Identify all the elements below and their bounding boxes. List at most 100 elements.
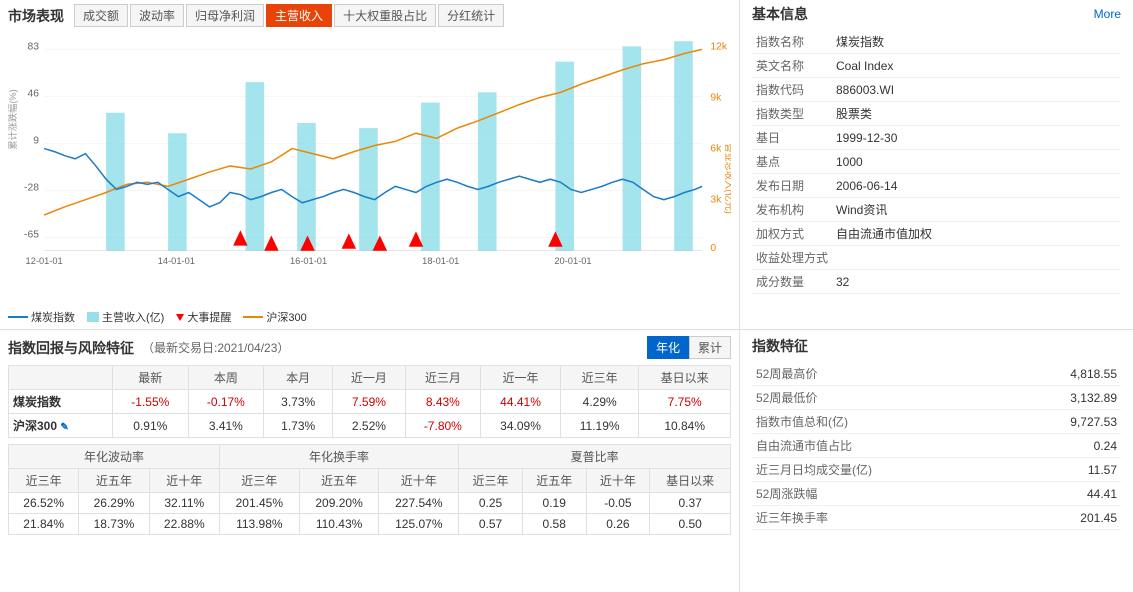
chart-legend: 煤炭指数 主营收入(亿) 大事提醒 沪深300: [8, 309, 731, 325]
legend-dashiti: 大事提醒: [176, 309, 231, 325]
info-table: 指数名称 煤炭指数 英文名称 Coal Index 指数代码 886003.WI…: [752, 30, 1121, 294]
sub-t5y-hs: 110.43%: [299, 514, 379, 535]
return-panel: 指数回报与风险特征 （最新交易日:2021/04/23） 年化 累计 最新 本周…: [0, 330, 740, 592]
info-panel: 基本信息 More 指数名称 煤炭指数 英文名称 Coal Index 指数代码…: [740, 0, 1133, 329]
feature-value-turnover: 201.45: [1008, 506, 1121, 530]
feature-label-avgvol: 近三月日均成交量(亿): [752, 458, 1008, 482]
feature-label-turnover: 近三年换手率: [752, 506, 1008, 530]
info-value-type: 股票类: [832, 102, 1121, 126]
info-value-name: 煤炭指数: [832, 30, 1121, 54]
row-hs300: 沪深300 ✎ 0.91% 3.41% 1.73% 2.52% -7.80% 3…: [9, 414, 731, 438]
sub-th-t5y: 近五年: [299, 469, 379, 493]
sub-s5y-coal: 0.19: [522, 493, 586, 514]
return-main-table: 最新 本周 本月 近一月 近三月 近一年 近三年 基日以来 煤炭指数 -1.55…: [8, 365, 731, 438]
info-label-engname: 英文名称: [752, 54, 832, 78]
feature-row-turnover: 近三年换手率 201.45: [752, 506, 1121, 530]
market-panel: 市场表现 成交额 波动率 归母净利润 主营收入 十大权重股占比 分红统计 83 …: [0, 0, 740, 329]
sub-v10y-hs: 22.88%: [149, 514, 219, 535]
info-value-code: 886003.WI: [832, 78, 1121, 102]
th-3y: 近三年: [560, 366, 638, 390]
sub-th-volatility: 年化波动率: [9, 445, 220, 469]
row-coal: 煤炭指数 -1.55% -0.17% 3.73% 7.59% 8.43% 44.…: [9, 390, 731, 414]
legend-zhuyingshouru: 主营收入(亿): [87, 309, 164, 325]
tab-bodong[interactable]: 波动率: [130, 4, 184, 27]
info-row-pubdate: 发布日期 2006-06-14: [752, 174, 1121, 198]
sub-v5y-coal: 26.29%: [79, 493, 149, 514]
feature-value-52wchg: 44.41: [1008, 482, 1121, 506]
info-label-pubdate: 发布日期: [752, 174, 832, 198]
sub-s3y-coal: 0.25: [459, 493, 523, 514]
edit-icon[interactable]: ✎: [60, 422, 68, 433]
info-value-weight: 自由流通市值加权: [832, 222, 1121, 246]
sub-t3y-hs: 113.98%: [219, 514, 299, 535]
row-hs300-v0: 0.91%: [113, 414, 189, 438]
svg-text:-28: -28: [24, 183, 39, 194]
feature-label-high: 52周最高价: [752, 362, 1008, 386]
info-value-basepoint: 1000: [832, 150, 1121, 174]
sub-th-s10y: 近十年: [586, 469, 650, 493]
svg-text:83: 83: [28, 41, 40, 52]
feature-label-52wchg: 52周涨跌幅: [752, 482, 1008, 506]
sub-v10y-coal: 32.11%: [149, 493, 219, 514]
feature-value-cap: 9,727.53: [1008, 410, 1121, 434]
info-label-basepoint: 基点: [752, 150, 832, 174]
sub-t3y-coal: 201.45%: [219, 493, 299, 514]
legend-label-coal: 煤炭指数: [31, 309, 75, 325]
feature-label-freecap: 自由流通市值占比: [752, 434, 1008, 458]
feature-value-avgvol: 11.57: [1008, 458, 1121, 482]
info-value-puborg: Wind资讯: [832, 198, 1121, 222]
sub-table: 年化波动率 年化换手率 夏普比率 近三年 近五年 近十年 近三年 近五年 近十年…: [8, 444, 731, 535]
th-base: 基日以来: [639, 366, 731, 390]
sub-th-t3y: 近三年: [219, 469, 299, 493]
info-row-name: 指数名称 煤炭指数: [752, 30, 1121, 54]
row-coal-v2: 3.73%: [264, 390, 333, 414]
legend-label-hs300: 沪深300: [266, 309, 306, 325]
toggle-annualized[interactable]: 年化: [647, 336, 689, 359]
info-row-baseday: 基日 1999-12-30: [752, 126, 1121, 150]
tab-fenhong[interactable]: 分红统计: [438, 4, 504, 27]
row-hs300-v6: 11.19%: [560, 414, 638, 438]
sub-s5y-hs: 0.58: [522, 514, 586, 535]
info-row-type: 指数类型 股票类: [752, 102, 1121, 126]
svg-text:12k: 12k: [710, 41, 728, 52]
info-row-yield: 收益处理方式: [752, 246, 1121, 270]
info-value-count: 32: [832, 270, 1121, 294]
info-row-puborg: 发布机构 Wind资讯: [752, 198, 1121, 222]
sub-th-sbase: 基日以来: [650, 469, 731, 493]
feature-table: 52周最高价 4,818.55 52周最低价 3,132.89 指数市值总和(亿…: [752, 362, 1121, 530]
svg-text:12-01-01: 12-01-01: [26, 256, 63, 266]
info-value-baseday: 1999-12-30: [832, 126, 1121, 150]
info-label-type: 指数类型: [752, 102, 832, 126]
sub-t5y-coal: 209.20%: [299, 493, 379, 514]
info-label-weight: 加权方式: [752, 222, 832, 246]
svg-text:0: 0: [710, 243, 716, 254]
tab-guimu[interactable]: 归母净利润: [186, 4, 264, 27]
th-month: 本月: [264, 366, 333, 390]
feature-panel: 指数特征 52周最高价 4,818.55 52周最低价 3,132.89 指数市…: [740, 330, 1133, 592]
th-latest: 最新: [113, 366, 189, 390]
tab-zhuyingshouru[interactable]: 主营收入: [266, 4, 332, 27]
tab-shida[interactable]: 十大权重股占比: [334, 4, 436, 27]
row-hs300-v7: 10.84%: [639, 414, 731, 438]
toggle-cumulative[interactable]: 累计: [689, 336, 731, 359]
legend-label-revenue: 主营收入(亿): [102, 309, 164, 325]
feature-value-freecap: 0.24: [1008, 434, 1121, 458]
sub-v3y-coal: 26.52%: [9, 493, 79, 514]
sub-th-v3y: 近三年: [9, 469, 79, 493]
sub-th-turnover: 年化换手率: [219, 445, 458, 469]
feature-row-cap: 指数市值总和(亿) 9,727.53: [752, 410, 1121, 434]
legend-hushen300: 沪深300: [243, 309, 306, 325]
sub-th-v10y: 近十年: [149, 469, 219, 493]
svg-text:6k: 6k: [710, 144, 722, 155]
info-value-yield: [832, 246, 1121, 270]
feature-row-freecap: 自由流通市值占比 0.24: [752, 434, 1121, 458]
info-value-pubdate: 2006-06-14: [832, 174, 1121, 198]
more-link[interactable]: More: [1094, 7, 1121, 21]
row-coal-v0: -1.55%: [113, 390, 189, 414]
info-value-engname: Coal Index: [832, 54, 1121, 78]
svg-text:20-01-01: 20-01-01: [554, 256, 591, 266]
th-1y: 近一年: [481, 366, 561, 390]
info-label-puborg: 发布机构: [752, 198, 832, 222]
main-chart: 83 46 9 -28 -65 12k 9k 6k 3k 0 累计涨跌幅(%): [8, 31, 731, 307]
tab-chengjiao[interactable]: 成交额: [74, 4, 128, 27]
